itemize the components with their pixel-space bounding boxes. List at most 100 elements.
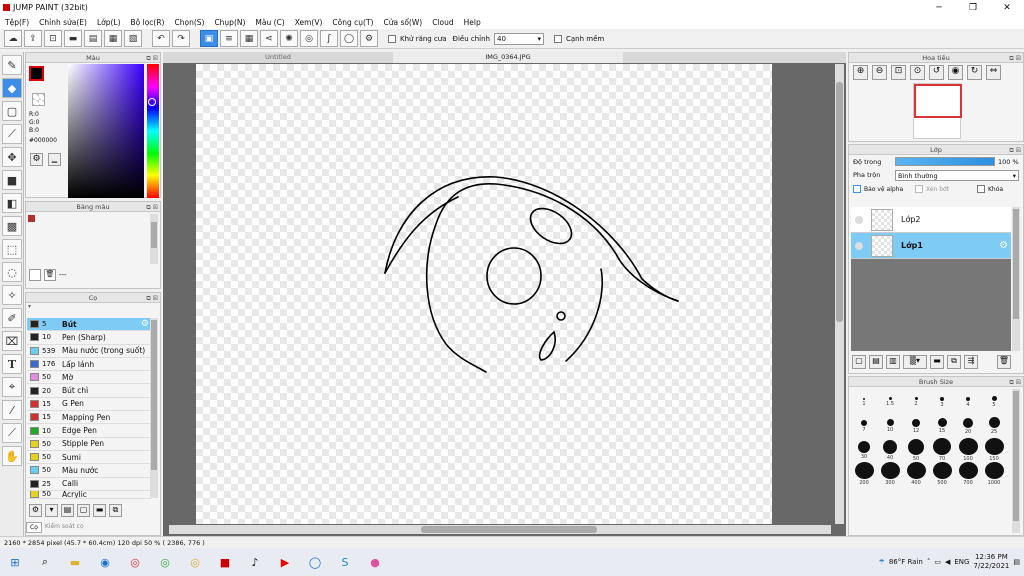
zoom-100-icon[interactable]: ⊙ — [910, 65, 925, 80]
brush-item[interactable]: 10 Pen (Sharp) — [27, 331, 151, 345]
primary-color-swatch[interactable] — [29, 66, 44, 81]
curve-icon[interactable]: ʃ — [320, 30, 338, 47]
lock-checkbox[interactable] — [977, 185, 985, 193]
open-file-icon[interactable]: ⇪ — [24, 30, 42, 47]
gradient-tool-icon[interactable]: ▩ — [2, 216, 22, 236]
new-8bit-layer-icon[interactable]: ▤ — [869, 355, 883, 369]
weather-text[interactable]: 86°F Rain — [889, 558, 923, 566]
brush-size-option[interactable]: 7 — [851, 414, 877, 438]
line-tool-icon[interactable]: ⟋ — [2, 124, 22, 144]
menu-file[interactable]: Tệp(F) — [0, 18, 34, 27]
new-file-icon[interactable]: ☁ — [4, 30, 22, 47]
minimize-button[interactable]: ─ — [922, 0, 956, 15]
brush-size-option[interactable]: 40 — [877, 438, 903, 462]
brush-item[interactable]: 25 Calli — [27, 478, 151, 491]
brush-size-option[interactable]: 1000 — [981, 462, 1007, 486]
concentric-icon[interactable]: ◎ — [300, 30, 318, 47]
clip-checkbox[interactable] — [915, 185, 923, 193]
grid-icon[interactable]: ▦ — [240, 30, 258, 47]
undo-icon[interactable]: ↶ — [152, 30, 170, 47]
redo-icon[interactable]: ↷ — [172, 30, 190, 47]
new-layer-icon[interactable]: ▢ — [852, 355, 866, 369]
text-tool-icon[interactable]: T — [2, 354, 22, 374]
delete-palette-icon[interactable]: 🗑 — [44, 269, 56, 281]
brush-size-option[interactable]: 100 — [955, 438, 981, 462]
brush-size-option[interactable]: 70 — [929, 438, 955, 462]
new-1bit-layer-icon[interactable]: ▥ — [886, 355, 900, 369]
language-text[interactable]: ENG — [954, 558, 969, 566]
brush-item[interactable]: 15 Mapping Pen — [27, 411, 151, 425]
fit-icon[interactable]: ⊡ — [891, 65, 906, 80]
radial-icon[interactable]: ✺ — [280, 30, 298, 47]
select-mode-icon[interactable]: ▣ — [200, 30, 218, 47]
lasso-tool-icon[interactable]: ◌ — [2, 262, 22, 282]
layer-row[interactable]: Lớp2 — [851, 207, 1011, 233]
bucket-tool-icon[interactable]: ◧ — [2, 193, 22, 213]
tiktok-icon[interactable]: ♪ — [244, 551, 266, 573]
menu-window[interactable]: Cửa sổ(W) — [378, 18, 427, 27]
circle-icon[interactable]: ◯ — [340, 30, 358, 47]
brush-size-option[interactable]: 30 — [851, 438, 877, 462]
add-palette-icon[interactable] — [29, 269, 41, 281]
tab-brush[interactable]: Cọ — [26, 522, 42, 533]
brush-size-option[interactable]: 500 — [929, 462, 955, 486]
brush-size-option[interactable]: 25 — [981, 414, 1007, 438]
rotate-right-icon[interactable]: ↻ — [967, 65, 982, 80]
fill-rect-tool-icon[interactable]: ■ — [2, 170, 22, 190]
brush-item[interactable]: 50 Sumi — [27, 451, 151, 465]
file-explorer-icon[interactable]: ▬ — [64, 551, 86, 573]
menu-help[interactable]: Help — [459, 18, 486, 27]
rectangle-tool-icon[interactable]: ▢ — [2, 101, 22, 121]
brush-copy-icon[interactable]: ▤ — [61, 504, 74, 517]
brush-size-option[interactable]: 200 — [851, 462, 877, 486]
brush-new-icon[interactable]: ▢ — [77, 504, 90, 517]
correction-input[interactable]: 40 ▾ — [494, 32, 544, 45]
palette-swatch[interactable] — [28, 215, 35, 222]
save-as-icon[interactable]: ▬ — [64, 30, 82, 47]
merge-layer-icon[interactable]: ⇶ — [964, 355, 978, 369]
dell-icon[interactable]: ◉ — [94, 551, 116, 573]
protect-alpha-checkbox[interactable] — [853, 185, 861, 193]
search-icon[interactable]: ⌕ — [34, 551, 56, 573]
menu-view[interactable]: Xem(V) — [290, 18, 328, 27]
brush-item[interactable]: 176 Lấp lánh — [27, 358, 151, 372]
brush-size-option[interactable]: 400 — [903, 462, 929, 486]
brush-tool-icon[interactable]: ✎ — [2, 55, 22, 75]
skype-icon[interactable]: S — [334, 551, 356, 573]
brush-item[interactable]: 20 Bút chì — [27, 384, 151, 398]
brush-item[interactable]: 539 Màu nước (trong suốt) — [27, 345, 151, 358]
sharp-edge-checkbox[interactable] — [554, 34, 562, 43]
canvas-horizontal-scrollbar[interactable] — [169, 525, 831, 534]
brush-size-option[interactable]: 1 — [851, 390, 877, 414]
brush-size-option[interactable]: 15 — [929, 414, 955, 438]
perspective-icon[interactable]: ⋖ — [260, 30, 278, 47]
menu-tools[interactable]: Công cụ(T) — [327, 18, 378, 27]
brush-item[interactable]: 50 Mờ — [27, 371, 151, 385]
drawing-canvas[interactable] — [196, 64, 772, 524]
brush-size-option[interactable]: 10 — [877, 414, 903, 438]
dropper-tool-icon[interactable]: ⟋ — [2, 423, 22, 443]
tray-chevron-icon[interactable]: ˄ — [927, 558, 931, 566]
clock-date[interactable]: 7/22/2021 — [973, 562, 1009, 571]
brush-duplicate-icon[interactable]: ⧉ — [109, 504, 122, 517]
chrome-profile-icon[interactable]: ◎ — [154, 551, 176, 573]
export-icon[interactable]: ▤ — [84, 30, 102, 47]
menu-cloud[interactable]: Cloud — [427, 18, 458, 27]
new-halftone-layer-icon[interactable]: ▒▾ — [903, 355, 927, 369]
settings-icon[interactable]: ▧ — [124, 30, 142, 47]
visibility-icon[interactable] — [855, 241, 863, 250]
tab-untitled[interactable]: Untitled — [163, 52, 393, 63]
brush-item[interactable]: 10 Edge Pen — [27, 424, 151, 438]
chrome-canary-icon[interactable]: ◎ — [184, 551, 206, 573]
volume-icon[interactable]: ◀ — [945, 558, 950, 566]
brush-size-option[interactable]: 4 — [955, 390, 981, 414]
weather-icon[interactable]: ☂ — [879, 558, 885, 566]
rotate-left-icon[interactable]: ↺ — [929, 65, 944, 80]
antialias-checkbox[interactable] — [388, 34, 396, 43]
divide-tool-icon[interactable]: ⌖ — [2, 377, 22, 397]
eraser-tool-icon[interactable]: ◆ — [2, 78, 22, 98]
brush-size-option[interactable]: 12 — [903, 414, 929, 438]
zoom-in-icon[interactable]: ⊕ — [853, 65, 868, 80]
saturation-value-square[interactable] — [68, 64, 144, 198]
gear-icon[interactable]: ⚙ — [999, 240, 1011, 251]
